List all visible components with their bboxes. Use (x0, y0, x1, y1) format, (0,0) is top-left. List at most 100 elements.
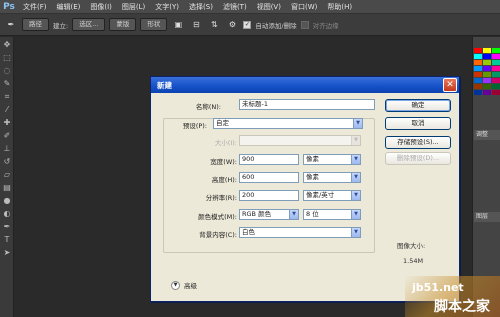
color-swatch[interactable] (474, 54, 482, 59)
path-align-icon[interactable]: ⊟ (191, 20, 201, 30)
close-icon[interactable]: ✕ (443, 78, 457, 92)
color-swatch[interactable] (492, 54, 500, 59)
color-swatch[interactable] (483, 90, 491, 95)
advanced-toggle[interactable]: ▼ 高级 (171, 280, 197, 290)
resolution-label: 分辨率(R): (205, 194, 237, 202)
type-tool-icon[interactable]: T (2, 235, 12, 245)
bit-depth-select[interactable]: 8 位 ▼ (303, 209, 361, 220)
color-swatch[interactable] (483, 60, 491, 65)
height-unit-value: 像素 (306, 173, 319, 181)
menu-edit[interactable]: 编辑(E) (52, 2, 86, 12)
height-unit-select[interactable]: 像素 ▼ (303, 172, 361, 183)
ok-button[interactable]: 确定 (385, 99, 451, 112)
color-mode-label: 颜色模式(M): (198, 213, 237, 221)
move-tool-icon[interactable]: ✥ (2, 40, 12, 50)
preset-select[interactable]: 自定 ▼ (213, 118, 363, 129)
color-swatch[interactable] (483, 78, 491, 83)
menu-select[interactable]: 选择(S) (184, 2, 218, 12)
height-field[interactable]: 600 (239, 172, 299, 183)
make-selection-button[interactable]: 选区... (72, 18, 106, 31)
name-field[interactable]: 未标题-1 (239, 99, 375, 110)
history-brush-icon[interactable]: ↺ (2, 157, 12, 167)
eyedropper-tool-icon[interactable]: ⁄ (2, 105, 12, 115)
resolution-unit-value: 像素/英寸 (306, 191, 335, 199)
color-swatch[interactable] (483, 72, 491, 77)
color-swatch[interactable] (492, 60, 500, 65)
options-bar: ✒ 路径 建立: 选区... 蒙版 形状 ▣ ⊟ ⇅ ⚙ ✓ 自动添加/删除 对… (0, 14, 500, 36)
chevron-down-icon: ▼ (351, 136, 360, 145)
watermark-brand: 脚本之家 (434, 299, 490, 315)
dodge-tool-icon[interactable]: ◐ (2, 209, 12, 219)
menu-window[interactable]: 窗口(W) (286, 2, 322, 12)
menu-layer[interactable]: 图层(L) (117, 2, 150, 12)
lasso-tool-icon[interactable]: ◌ (2, 66, 12, 76)
width-unit-select[interactable]: 像素 ▼ (303, 154, 361, 165)
gear-icon[interactable]: ⚙ (227, 20, 237, 30)
resolution-field[interactable]: 200 (239, 190, 299, 201)
marquee-tool-icon[interactable]: ⬚ (2, 53, 12, 63)
chevron-down-icon: ▼ (351, 228, 360, 237)
healing-tool-icon[interactable]: ✚ (2, 118, 12, 128)
save-preset-button[interactable]: 存储预设(S)... (385, 136, 451, 149)
width-field[interactable]: 900 (239, 154, 299, 165)
name-label: 名称(N): (195, 103, 221, 111)
cancel-button[interactable]: 取消 (385, 117, 451, 130)
background-select[interactable]: 白色 ▼ (239, 227, 361, 238)
pen-tool-sidebar-icon[interactable]: ✒ (2, 222, 12, 232)
path-ops-icon[interactable]: ▣ (173, 20, 183, 30)
color-swatch[interactable] (492, 48, 500, 53)
menu-view[interactable]: 视图(V) (252, 2, 286, 12)
adjustments-tab[interactable]: 调整 (474, 130, 500, 140)
dialog-titlebar[interactable]: 新建 (151, 77, 459, 93)
color-swatch[interactable] (474, 84, 482, 89)
make-shape-button[interactable]: 形状 (140, 18, 168, 31)
color-swatch[interactable] (474, 90, 482, 95)
color-swatch[interactable] (492, 90, 500, 95)
chevron-down-icon: ▼ (289, 210, 298, 219)
path-arrange-icon[interactable]: ⇅ (209, 20, 219, 30)
quick-select-tool-icon[interactable]: ✎ (2, 79, 12, 89)
menu-file[interactable]: 文件(F) (18, 2, 52, 12)
eraser-tool-icon[interactable]: ▱ (2, 170, 12, 180)
color-swatch[interactable] (483, 84, 491, 89)
menu-help[interactable]: 帮助(H) (322, 2, 357, 12)
pen-tool-icon[interactable]: ✒ (6, 20, 16, 30)
stamp-tool-icon[interactable]: ⊥ (2, 144, 12, 154)
layers-tab[interactable]: 图层 (474, 212, 500, 222)
menu-type[interactable]: 文字(Y) (150, 2, 184, 12)
align-edges-checkbox[interactable] (300, 20, 309, 29)
preset-value: 自定 (216, 119, 229, 127)
height-label: 高度(H): (211, 176, 237, 184)
path-mode-select[interactable]: 路径 (22, 18, 49, 31)
color-swatch[interactable] (474, 72, 482, 77)
color-mode-select[interactable]: RGB 颜色 ▼ (239, 209, 299, 220)
tools-panel: ✥ ⬚ ◌ ✎ ⌗ ⁄ ✚ ✐ ⊥ ↺ ▱ ▤ ● ◐ ✒ T ➤ (0, 37, 14, 317)
resolution-unit-select[interactable]: 像素/英寸 ▼ (303, 190, 361, 201)
color-swatch[interactable] (492, 78, 500, 83)
color-swatch[interactable] (474, 60, 482, 65)
color-swatch[interactable] (492, 72, 500, 77)
chevron-down-icon: ▼ (351, 173, 360, 182)
menu-filter[interactable]: 滤镜(T) (218, 2, 252, 12)
blur-tool-icon[interactable]: ● (2, 196, 12, 206)
color-swatch[interactable] (483, 66, 491, 71)
menu-image[interactable]: 图像(I) (85, 2, 117, 12)
color-swatch[interactable] (483, 48, 491, 53)
size-label: 大小(I): (214, 139, 237, 147)
make-mask-button[interactable]: 蒙版 (109, 18, 137, 31)
crop-tool-icon[interactable]: ⌗ (2, 92, 12, 102)
chevron-down-icon: ▼ (351, 210, 360, 219)
chevron-down-icon: ▼ (351, 155, 360, 164)
menu-bar: Ps 文件(F) 编辑(E) 图像(I) 图层(L) 文字(Y) 选择(S) 滤… (0, 0, 500, 14)
path-select-tool-icon[interactable]: ➤ (2, 248, 12, 258)
auto-add-delete-checkbox[interactable]: ✓ (243, 20, 252, 29)
color-swatch[interactable] (492, 66, 500, 71)
color-swatch[interactable] (474, 48, 482, 53)
color-swatch[interactable] (483, 54, 491, 59)
brush-tool-icon[interactable]: ✐ (2, 131, 12, 141)
chevron-double-down-icon: ▼ (171, 280, 180, 290)
gradient-tool-icon[interactable]: ▤ (2, 183, 12, 193)
color-swatch[interactable] (474, 78, 482, 83)
color-swatch[interactable] (474, 66, 482, 71)
color-swatch[interactable] (492, 84, 500, 89)
